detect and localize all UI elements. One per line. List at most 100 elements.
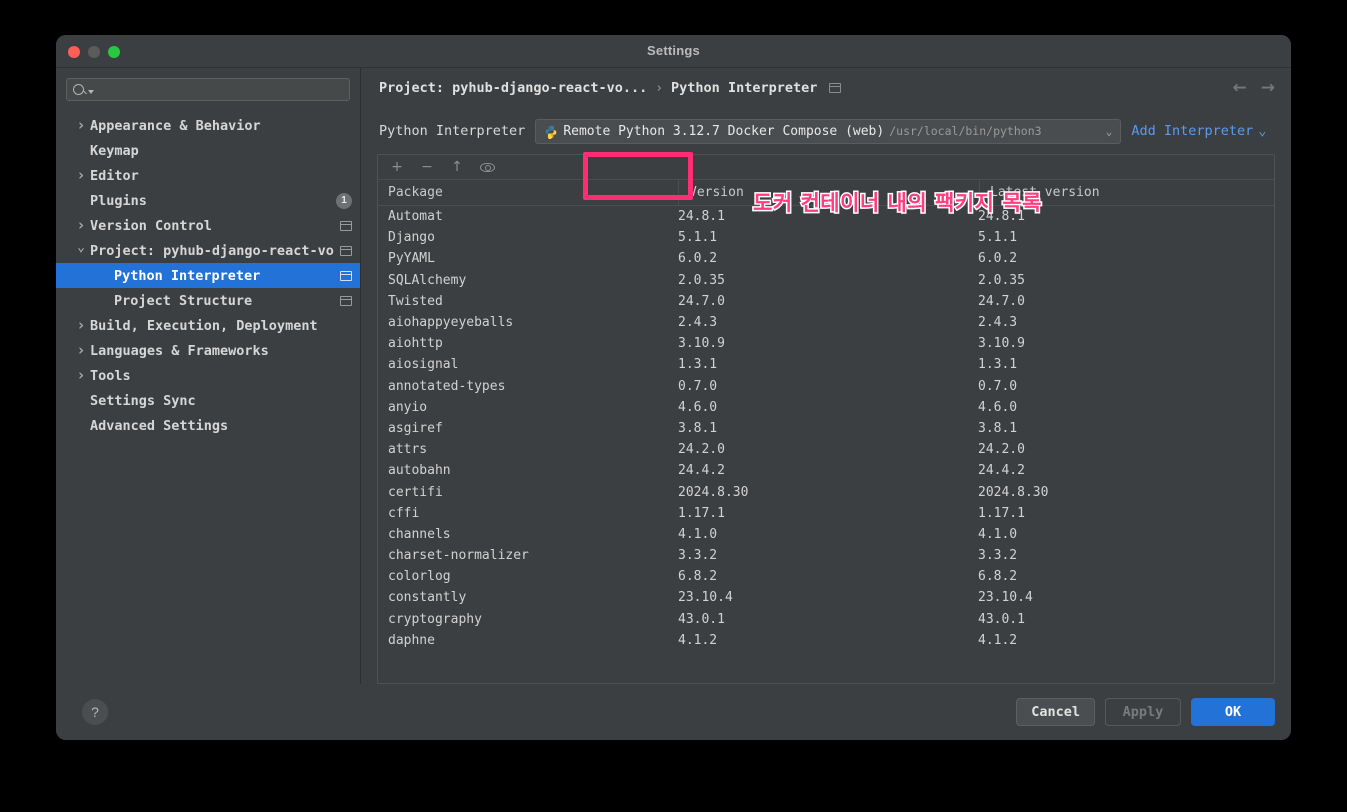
cell-package: aiosignal — [388, 357, 459, 373]
sidebar-item-label: Advanced Settings — [90, 417, 229, 434]
packages-table-body[interactable]: Automat 24.8.1 24.8.1 Django 5.1.1 5.1.1 PyYAM… — [378, 206, 1274, 683]
sidebar-item-appearance-behavior[interactable]: Appearance & Behavior — [56, 113, 360, 138]
chevron-right-icon[interactable] — [72, 368, 90, 383]
sidebar-item-tools[interactable]: Tools — [56, 363, 360, 388]
sidebar-item-label: Languages & Frameworks — [90, 342, 269, 359]
table-row[interactable]: attrs 24.2.0 24.2.0 — [378, 439, 1274, 460]
table-row[interactable]: cryptography 43.0.1 43.0.1 — [378, 609, 1274, 630]
add-interpreter-label: Add Interpreter — [1131, 123, 1254, 139]
python-icon — [544, 124, 558, 139]
search-dropdown-caret-icon[interactable] — [88, 89, 94, 94]
table-row[interactable]: aiohttp 3.10.9 3.10.9 — [378, 333, 1274, 354]
breadcrumb-project[interactable]: Project: pyhub-django-react-vo... — [379, 80, 647, 96]
table-row[interactable]: PyYAML 6.0.2 6.0.2 — [378, 248, 1274, 269]
cell-package: Django — [388, 230, 435, 246]
chevron-right-icon[interactable] — [72, 343, 90, 358]
chevron-down-icon[interactable]: ⌄ — [1098, 125, 1113, 138]
cell-latest: 3.10.9 — [978, 336, 1025, 352]
sidebar-item-keymap[interactable]: Keymap — [56, 138, 360, 163]
chevron-right-icon[interactable] — [72, 218, 90, 233]
table-row[interactable]: autobahn 24.4.2 24.4.2 — [378, 460, 1274, 481]
table-row[interactable]: certifi 2024.8.30 2024.8.30 — [378, 481, 1274, 502]
chevron-down-icon: ⌄ — [1258, 123, 1267, 139]
cell-latest: 2.4.3 — [978, 315, 1018, 331]
cell-version: 3.10.9 — [678, 336, 725, 352]
table-row[interactable]: aiohappyeyeballs 2.4.3 2.4.3 — [378, 312, 1274, 333]
ok-button[interactable]: OK — [1191, 698, 1275, 726]
sidebar-item-settings-sync[interactable]: Settings Sync — [56, 388, 360, 413]
interpreter-select[interactable]: Remote Python 3.12.7 Docker Compose (web… — [535, 118, 1122, 144]
cell-latest: 4.1.2 — [978, 632, 1018, 648]
table-row[interactable]: constantly 23.10.4 23.10.4 — [378, 587, 1274, 608]
remove-package-icon[interactable]: − — [420, 160, 434, 174]
cancel-button[interactable]: Cancel — [1016, 698, 1095, 726]
cell-latest: 4.1.0 — [978, 526, 1018, 542]
search-icon — [73, 84, 84, 95]
chevron-right-icon[interactable] — [72, 118, 90, 133]
cell-package: attrs — [388, 442, 428, 458]
cell-package: Automat — [388, 209, 443, 225]
cell-package: certifi — [388, 484, 443, 500]
cell-package: channels — [388, 526, 451, 542]
sidebar-item-label: Keymap — [90, 142, 139, 159]
help-button[interactable]: ? — [82, 699, 108, 725]
cell-package: daphne — [388, 632, 435, 648]
settings-tree: Appearance & Behavior Keymap Editor Plugins… — [56, 109, 360, 438]
cell-version: 5.1.1 — [678, 230, 718, 246]
show-early-releases-icon[interactable] — [480, 162, 495, 172]
cell-version: 6.8.2 — [678, 569, 718, 585]
table-row[interactable]: annotated-types 0.7.0 0.7.0 — [378, 376, 1274, 397]
cell-version: 4.1.0 — [678, 526, 718, 542]
search-box[interactable] — [66, 78, 350, 101]
sidebar-item-version-control[interactable]: Version Control — [56, 213, 360, 238]
sidebar-item-editor[interactable]: Editor — [56, 163, 360, 188]
forward-arrow-icon[interactable]: → — [1261, 78, 1275, 98]
dialog-footer: ? Cancel Apply OK — [56, 684, 1291, 740]
table-row[interactable]: daphne 4.1.2 4.1.2 — [378, 630, 1274, 651]
table-row[interactable]: SQLAlchemy 2.0.35 2.0.35 — [378, 270, 1274, 291]
sidebar-item-python-interpreter[interactable]: Python Interpreter — [56, 263, 360, 288]
packages-panel: + − ↑ Package Version Latest version Aut… — [377, 154, 1275, 684]
cell-version: 24.4.2 — [678, 463, 725, 479]
cell-version: 6.0.2 — [678, 251, 718, 267]
search-input[interactable] — [98, 82, 343, 97]
apply-button[interactable]: Apply — [1105, 698, 1181, 726]
cell-version: 2.0.35 — [678, 272, 725, 288]
table-row[interactable]: colorlog 6.8.2 6.8.2 — [378, 566, 1274, 587]
cell-version: 1.3.1 — [678, 357, 718, 373]
window-titlebar: Settings — [56, 35, 1291, 68]
table-row[interactable]: Django 5.1.1 5.1.1 — [378, 227, 1274, 248]
sidebar-item-label: Project Structure — [114, 292, 253, 309]
table-row[interactable]: charset-normalizer 3.3.2 3.3.2 — [378, 545, 1274, 566]
sidebar-item-project-structure[interactable]: Project Structure — [56, 288, 360, 313]
add-package-icon[interactable]: + — [390, 160, 404, 174]
table-row[interactable]: anyio 4.6.0 4.6.0 — [378, 397, 1274, 418]
sidebar-item-languages-frameworks[interactable]: Languages & Frameworks — [56, 338, 360, 363]
sidebar-item-project-pyhub-django-react-vo[interactable]: Project: pyhub-django-react-vo — [56, 238, 360, 263]
cell-package: colorlog — [388, 569, 451, 585]
project-settings-icon — [340, 295, 352, 306]
sidebar-item-label: Appearance & Behavior — [90, 117, 261, 134]
table-row[interactable]: channels 4.1.0 4.1.0 — [378, 524, 1274, 545]
sidebar-item-advanced-settings[interactable]: Advanced Settings — [56, 413, 360, 438]
table-row[interactable]: cffi 1.17.1 1.17.1 — [378, 503, 1274, 524]
interpreter-label: Python Interpreter — [379, 123, 526, 139]
cell-latest: 24.2.0 — [978, 442, 1025, 458]
project-settings-icon — [340, 270, 352, 281]
cell-latest: 43.0.1 — [978, 611, 1025, 627]
sidebar-item-build-execution-deployment[interactable]: Build, Execution, Deployment — [56, 313, 360, 338]
chevron-down-icon[interactable] — [72, 244, 90, 257]
window-title: Settings — [647, 43, 700, 58]
chevron-right-icon[interactable] — [72, 318, 90, 333]
cell-version: 3.8.1 — [678, 420, 718, 436]
back-arrow-icon[interactable]: ← — [1233, 78, 1247, 98]
table-row[interactable]: Twisted 24.7.0 24.7.0 — [378, 291, 1274, 312]
column-header-package[interactable]: Package — [378, 185, 678, 200]
upgrade-package-icon[interactable]: ↑ — [450, 160, 464, 174]
table-row[interactable]: aiosignal 1.3.1 1.3.1 — [378, 354, 1274, 375]
table-row[interactable]: asgiref 3.8.1 3.8.1 — [378, 418, 1274, 439]
cell-latest: 6.8.2 — [978, 569, 1018, 585]
add-interpreter-button[interactable]: Add Interpreter ⌄ — [1131, 123, 1266, 139]
sidebar-item-plugins[interactable]: Plugins 1 — [56, 188, 360, 213]
chevron-right-icon[interactable] — [72, 168, 90, 183]
